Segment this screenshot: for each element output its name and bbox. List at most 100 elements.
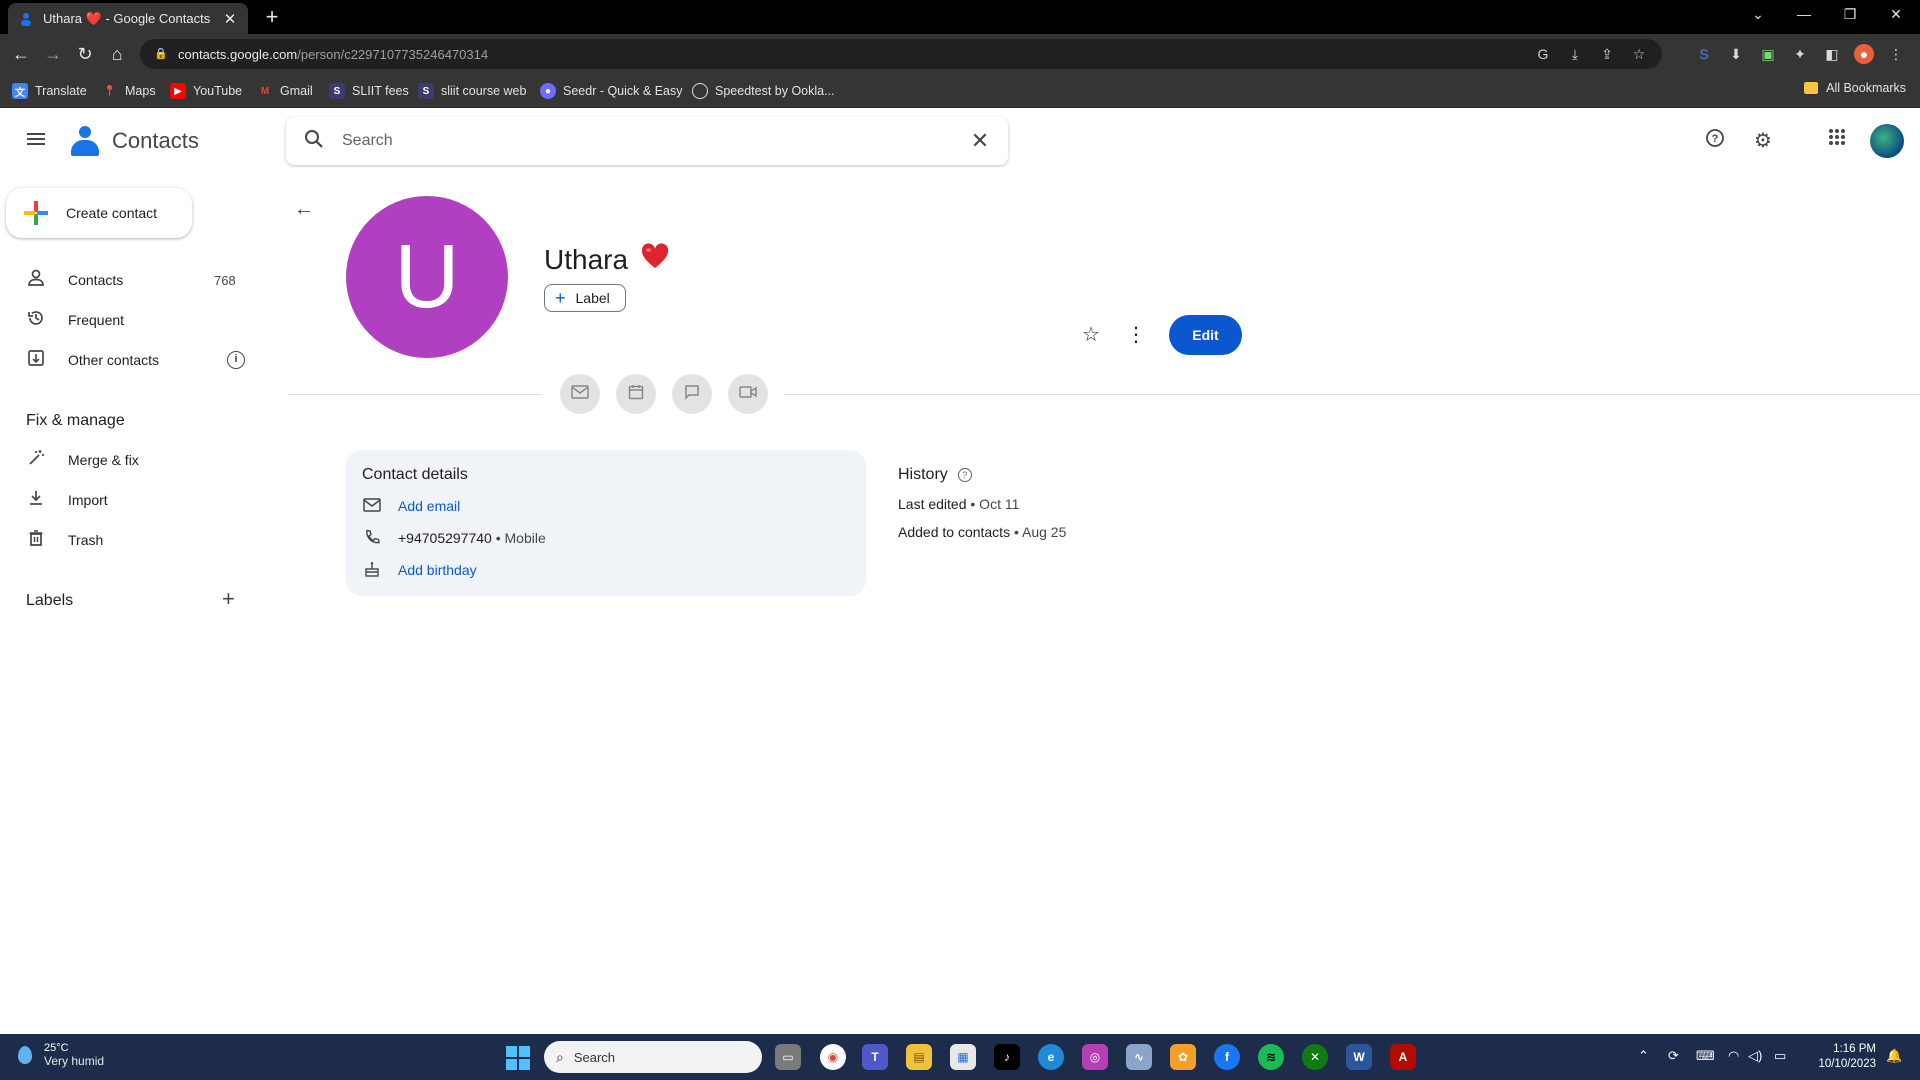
forward-nav-icon[interactable]: →	[40, 41, 66, 67]
clock[interactable]: 1:16 PM 10/10/2023	[1812, 1042, 1876, 1072]
tiktok-icon[interactable]: ♪	[994, 1044, 1020, 1070]
info-icon[interactable]: i	[227, 351, 245, 369]
acrobat-icon[interactable]: A	[1390, 1044, 1416, 1070]
chrome-icon[interactable]: ◉	[820, 1044, 846, 1070]
add-birthday-link[interactable]: Add birthday	[398, 562, 477, 578]
wifi-icon[interactable]: ◠	[1728, 1048, 1739, 1064]
search-icon[interactable]	[286, 129, 342, 154]
close-tab-icon[interactable]: ✕	[222, 10, 238, 28]
restore-button[interactable]: ❐	[1828, 0, 1872, 30]
home-icon[interactable]: ⌂	[104, 41, 130, 67]
taskbar-search[interactable]: ⌕ Search	[544, 1041, 762, 1073]
help-icon[interactable]: ?	[1702, 128, 1728, 154]
chevron-up-icon[interactable]: ⌃	[1638, 1048, 1649, 1064]
contacts-count: 768	[214, 272, 236, 288]
person-icon	[26, 269, 46, 292]
bookmark-seedr[interactable]: ● Seedr - Quick & Easy	[540, 81, 683, 101]
star-icon[interactable]: ☆	[1082, 322, 1100, 347]
app-monitor-icon[interactable]: ∿	[1126, 1044, 1152, 1070]
minimize-button[interactable]: —	[1782, 0, 1826, 30]
download-ext-icon[interactable]: ⬇	[1726, 44, 1746, 64]
bookmark-speedtest[interactable]: Speedtest by Ookla...	[692, 81, 835, 101]
add-email-link[interactable]: Add email	[398, 498, 460, 514]
word-icon[interactable]: W	[1346, 1044, 1372, 1070]
phone-type: • Mobile	[495, 530, 546, 546]
email-action-button[interactable]	[560, 374, 600, 414]
bookmark-youtube[interactable]: ▶ YouTube	[170, 81, 242, 101]
more-options-icon[interactable]: ⋮	[1126, 322, 1146, 347]
back-nav-icon[interactable]: ←	[8, 41, 34, 67]
back-arrow-icon[interactable]: ←	[294, 198, 314, 221]
contacts-logo[interactable]	[68, 122, 102, 158]
sidebar-item-label: Trash	[68, 532, 104, 548]
all-bookmarks[interactable]: All Bookmarks	[1804, 81, 1906, 95]
add-label-icon[interactable]: +	[222, 586, 235, 612]
account-avatar[interactable]	[1870, 124, 1904, 158]
chrome-menu-icon[interactable]: ⋮	[1886, 44, 1906, 64]
bookmark-translate[interactable]: 文 Translate	[12, 81, 87, 101]
start-icon[interactable]	[506, 1046, 530, 1070]
keyboard-icon[interactable]: ⌨	[1696, 1048, 1715, 1064]
sidebar-item-trash[interactable]: Trash	[0, 522, 260, 558]
notification-bell-icon[interactable]: 🔔	[1886, 1048, 1902, 1064]
search-input[interactable]	[342, 132, 952, 150]
history-heading: History	[898, 466, 948, 483]
settings-gear-icon[interactable]: ⚙	[1750, 128, 1776, 154]
main-menu-icon[interactable]	[22, 130, 50, 152]
mail-icon	[362, 497, 382, 515]
clear-search-icon[interactable]: ✕	[952, 128, 1008, 154]
weather-widget[interactable]: 25°C Very humid	[18, 1042, 104, 1068]
spotify-icon[interactable]: ≋	[1258, 1044, 1284, 1070]
facebook-icon[interactable]: f	[1214, 1044, 1240, 1070]
app-game-icon[interactable]: ✿	[1170, 1044, 1196, 1070]
bookmark-maps[interactable]: 📍 Maps	[102, 81, 156, 101]
extension-image-icon[interactable]: ▣	[1758, 44, 1778, 64]
side-panel-icon[interactable]: ◧	[1822, 44, 1842, 64]
trash-icon	[26, 529, 46, 552]
profile-icon[interactable]: ●	[1854, 44, 1874, 64]
tab-search-icon[interactable]: ⌄	[1736, 0, 1780, 30]
teams-icon[interactable]: T	[862, 1044, 888, 1070]
sidebar-item-merge-fix[interactable]: Merge & fix	[0, 442, 260, 478]
install-icon[interactable]: ⤓	[1566, 46, 1584, 63]
video-action-button[interactable]	[728, 374, 768, 414]
task-view-icon[interactable]: ▭	[775, 1044, 801, 1070]
google-lens-icon[interactable]: G	[1534, 46, 1552, 62]
sidebar-item-import[interactable]: Import	[0, 482, 260, 518]
close-window-button[interactable]: ✕	[1874, 0, 1918, 30]
search-bar[interactable]: ✕	[286, 117, 1008, 165]
help-icon[interactable]: ?	[957, 468, 972, 482]
sync-icon[interactable]: ⟳	[1668, 1048, 1679, 1064]
share-icon[interactable]: ⇪	[1598, 46, 1616, 63]
bookmark-star-icon[interactable]: ☆	[1630, 46, 1648, 63]
sidebar-item-frequent[interactable]: Frequent	[0, 302, 260, 338]
store-icon[interactable]: ▦	[950, 1044, 976, 1070]
create-contact-button[interactable]: Create contact	[6, 188, 192, 238]
chat-action-button[interactable]	[672, 374, 712, 414]
volume-icon[interactable]: ◁)	[1748, 1048, 1762, 1064]
apps-grid-icon[interactable]	[1824, 128, 1850, 154]
sidebar-item-contacts[interactable]: Contacts 768	[0, 262, 260, 298]
app-camera-icon[interactable]: ◎	[1082, 1044, 1108, 1070]
xbox-icon[interactable]: ✕	[1302, 1044, 1328, 1070]
contact-details-heading: Contact details	[362, 466, 468, 483]
seedr-icon: ●	[540, 83, 556, 99]
new-tab-button[interactable]: +	[259, 5, 285, 31]
add-label-button[interactable]: + Label	[544, 284, 626, 312]
bookmark-sliit-course-web[interactable]: Ssliit course web	[418, 81, 526, 101]
schedule-action-button[interactable]	[616, 374, 656, 414]
edge-icon[interactable]: e	[1038, 1044, 1064, 1070]
phone-number[interactable]: +94705297740	[398, 530, 492, 546]
bookmark-sliit-fees[interactable]: S SLIIT fees	[329, 81, 409, 101]
address-bar[interactable]: 🔒 contacts.google.com/person/c2297107735…	[140, 39, 1662, 69]
battery-icon[interactable]: ▭	[1774, 1048, 1786, 1064]
reload-icon[interactable]: ↻	[72, 41, 98, 67]
extensions-puzzle-icon[interactable]: ✦	[1790, 44, 1810, 64]
browser-tab[interactable]: Uthara ❤️ - Google Contacts ✕	[8, 3, 248, 34]
file-explorer-icon[interactable]: ▤	[906, 1044, 932, 1070]
edit-button[interactable]: Edit	[1169, 315, 1242, 355]
extension-s-icon[interactable]: S	[1694, 44, 1714, 64]
bookmark-gmail[interactable]: M Gmail	[257, 81, 313, 101]
sidebar-item-label: Import	[68, 492, 108, 508]
sidebar-item-other-contacts[interactable]: Other contacts i	[0, 342, 260, 378]
